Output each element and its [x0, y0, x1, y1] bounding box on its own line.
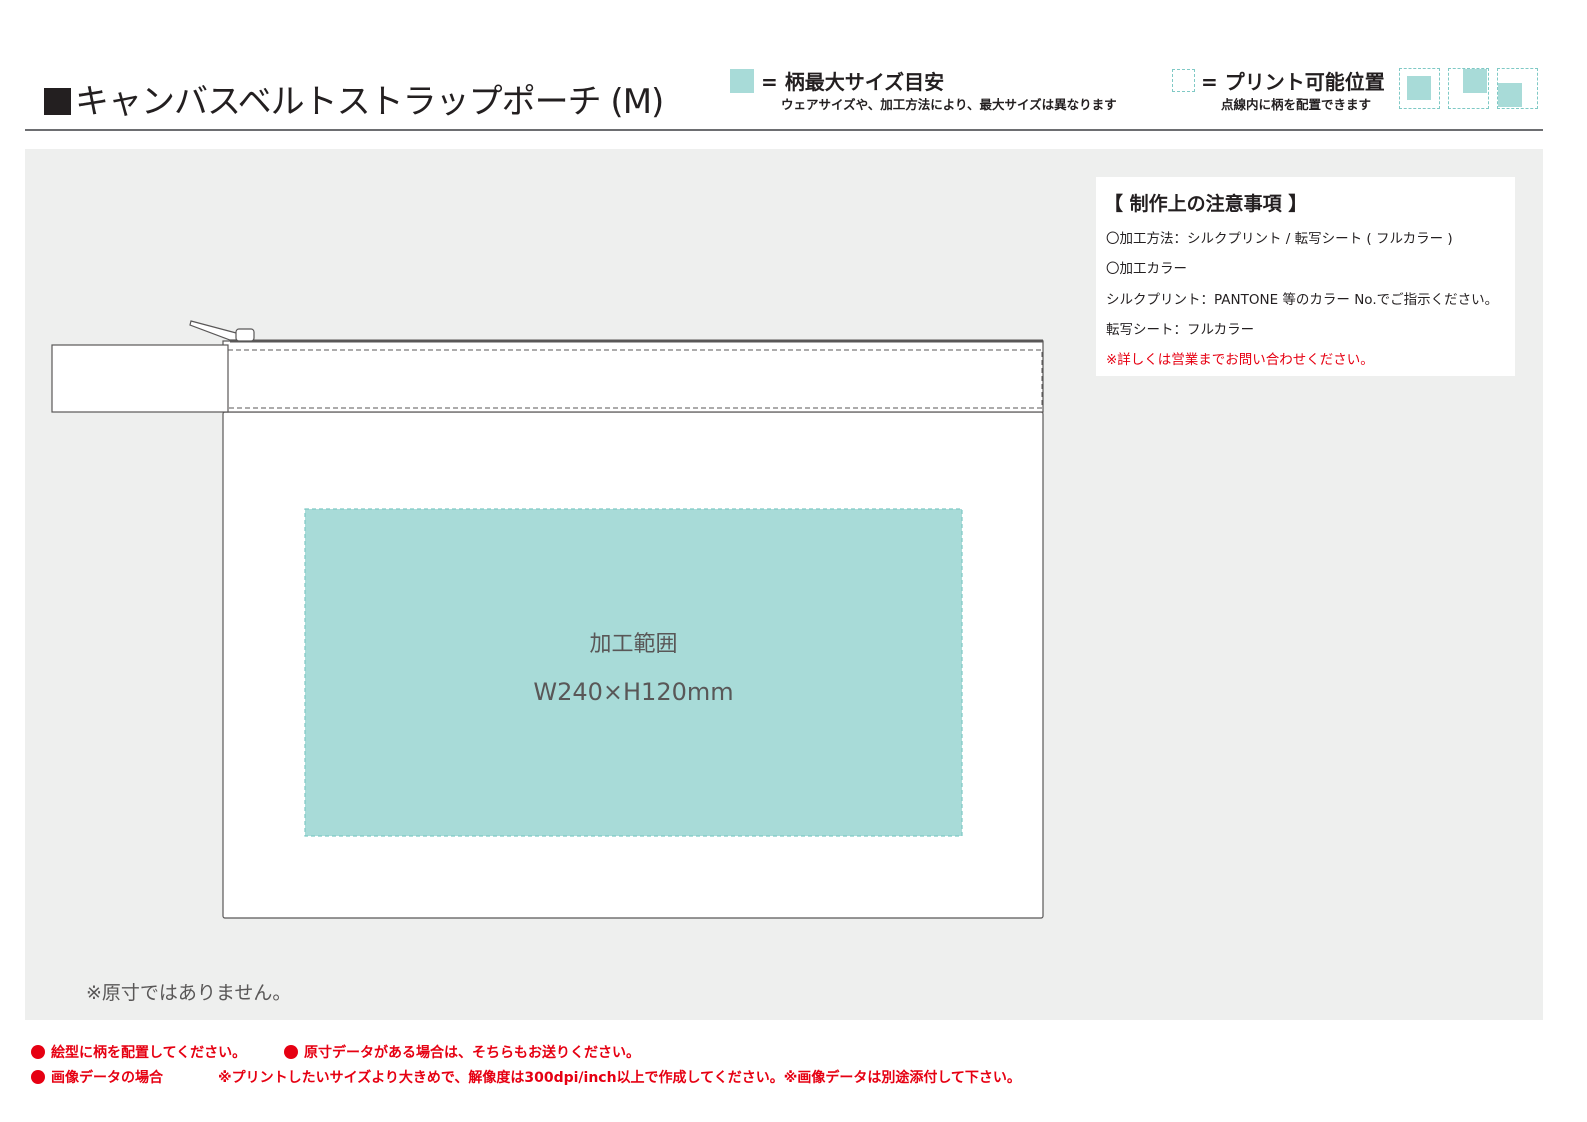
- print-area: [304, 508, 963, 837]
- note-line: 〇加工方法：シルクプリント / 転写シート ( フルカラー ): [1106, 231, 1453, 247]
- footer-instruction-2: 原寸データがある場合は、そちらもお送りください。: [284, 1042, 640, 1062]
- note-line: シルクプリント：PANTONE 等のカラー No.でご指示ください。: [1106, 292, 1499, 308]
- note-line: 〇加工カラー: [1106, 261, 1187, 277]
- print-area-label: 加工範囲: [589, 632, 678, 657]
- belt-strap: [51, 344, 229, 413]
- bullet-icon: [31, 1070, 45, 1084]
- pouch-top-band: [222, 340, 1044, 413]
- footer-instruction-1: 絵型に柄を配置してください。: [31, 1042, 246, 1062]
- bullet-icon: [284, 1045, 298, 1059]
- production-notes-box: 【 制作上の注意事項 】 〇加工方法：シルクプリント / 転写シート ( フルカ…: [1096, 177, 1515, 376]
- note-contact-warning: ※詳しくは営業までお問い合わせください。: [1106, 352, 1374, 368]
- bullet-icon: [31, 1045, 45, 1059]
- footer-instruction-3-detail: ※プリントしたいサイズより大きめで、解像度は300dpi/inch以上で作成して…: [218, 1070, 1021, 1086]
- pouch-illustration: [51, 320, 1044, 919]
- notes-title: 【 制作上の注意事項 】: [1104, 193, 1308, 215]
- not-actual-size-note: ※原寸ではありません。: [86, 982, 292, 1004]
- note-line: 転写シート：フルカラー: [1106, 322, 1255, 338]
- footer-instruction-3: 画像データの場合: [31, 1067, 163, 1087]
- zipper-pull-icon: [189, 320, 255, 342]
- print-area-size: W240×H120mm: [533, 678, 734, 706]
